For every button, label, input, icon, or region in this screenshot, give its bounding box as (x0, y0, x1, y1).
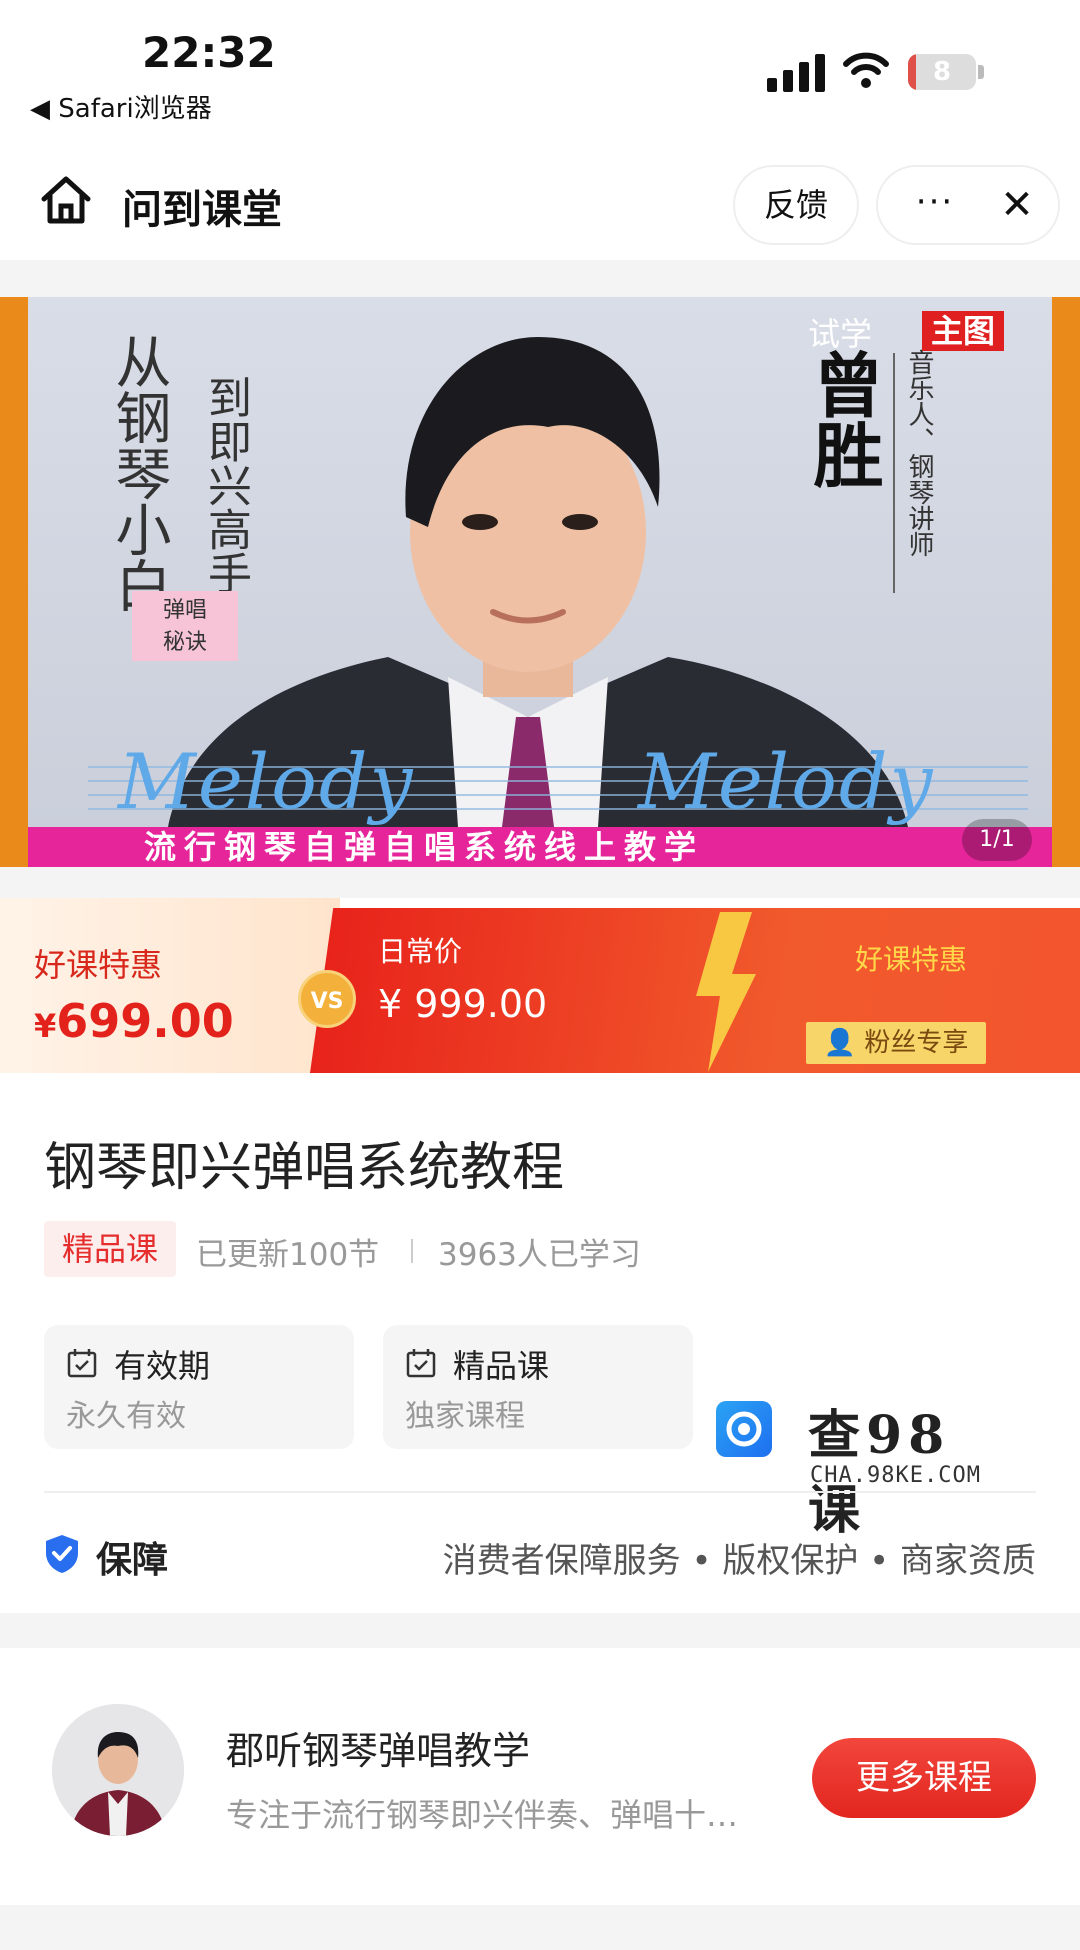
teacher-name: 郡听钢琴弹唱教学 (226, 1729, 531, 1773)
battery-level-text: 8 (932, 57, 952, 87)
fans-only-label: 粉丝专享 (864, 1028, 969, 1058)
learner-count: 3963人已学习 (438, 1237, 641, 1273)
lightning-icon (696, 912, 756, 1072)
meta-separator (411, 1239, 413, 1263)
banner-strip-text: 流行钢琴自弹自唱系统线上教学 (144, 828, 705, 866)
currency-symbol: ¥ (34, 1007, 57, 1045)
status-time: 22:32 (142, 28, 276, 77)
shield-check-icon (46, 1535, 78, 1573)
wifi-icon (843, 52, 889, 88)
sticker-line-1: 弹唱 (162, 598, 207, 623)
daily-price-label: 日常价 (378, 935, 463, 968)
banner-divider (893, 353, 895, 593)
watermark: 查98课 CHA.98KE.COM (716, 1393, 1002, 1541)
page-title: 问到课堂 (122, 187, 282, 233)
close-icon[interactable]: ✕ (982, 167, 1052, 243)
teacher-section: 郡听钢琴弹唱教学 专注于流行钢琴即兴伴奏、弹唱十… 更多课程 (0, 1648, 1080, 1905)
avatar-illustration (52, 1704, 184, 1836)
promo-label: 好课特惠 (855, 943, 968, 976)
lesson-count: 已更新100节 (196, 1237, 380, 1273)
status-bar: 22:32 ◀ Safari浏览器 8 (0, 0, 1080, 125)
banner-image: 从钢琴小白 到即兴高手 弹唱 秘诀 试学 主图 曾胜 音乐人、钢琴讲师 Melo… (28, 297, 1052, 867)
vs-badge: VS (298, 970, 356, 1028)
banner-slogan-2: 到即兴高手 (200, 375, 251, 595)
banner-slogan-1: 从钢琴小白 (106, 333, 171, 613)
deal-price: ¥699.00 (34, 994, 234, 1048)
teacher-description: 专注于流行钢琴即兴伴奏、弹唱十… (226, 1796, 739, 1834)
validity-card: 有效期 永久有效 (44, 1325, 354, 1449)
banner-sticker: 弹唱 秘诀 (132, 591, 238, 661)
fans-only-badge: 👤 粉丝专享 (806, 1022, 986, 1064)
home-icon[interactable] (40, 175, 92, 225)
more-courses-button[interactable]: 更多课程 (812, 1738, 1036, 1818)
banner-teacher-title: 音乐人、钢琴讲师 (904, 349, 934, 557)
teacher-avatar[interactable] (52, 1704, 184, 1836)
course-info: 钢琴即兴弹唱系统教程 精品课 已更新100节 3963人已学习 有效期 永久有效… (0, 1073, 1080, 1613)
sticker-line-2: 秘诀 (162, 630, 207, 655)
guarantee-label: 保障 (96, 1540, 169, 1581)
feedback-button[interactable]: 反馈 (733, 165, 859, 245)
user-icon: 👤 (823, 1028, 857, 1058)
premium-card: 精品课 独家课程 (383, 1325, 693, 1449)
deal-price-value: 699.00 (56, 994, 234, 1048)
banner-teacher-name: 曾胜 (802, 349, 884, 489)
calendar-check-icon (67, 1349, 97, 1378)
melody-script-1: Melody (118, 737, 415, 826)
battery-tip (978, 65, 984, 79)
premium-value: 独家课程 (405, 1399, 525, 1434)
premium-badge: 精品课 (44, 1221, 176, 1277)
cellular-signal-icon (767, 54, 825, 92)
course-title: 钢琴即兴弹唱系统教程 (44, 1138, 565, 1198)
calendar-check-icon (406, 1349, 436, 1378)
premium-heading: 精品课 (453, 1347, 550, 1385)
watermark-url: CHA.98KE.COM (810, 1463, 981, 1488)
daily-price: ¥ 999.00 (378, 982, 548, 1026)
validity-heading: 有效期 (114, 1347, 211, 1385)
deal-label: 好课特惠 (34, 946, 163, 984)
battery-icon: 8 (908, 54, 976, 90)
main-image-tag: 主图 (922, 311, 1004, 351)
course-banner[interactable]: 从钢琴小白 到即兴高手 弹唱 秘诀 试学 主图 曾胜 音乐人、钢琴讲师 Melo… (0, 297, 1080, 867)
back-to-safari-link[interactable]: ◀ Safari浏览器 (30, 88, 212, 125)
melody-script-2: Melody (638, 737, 935, 826)
section-divider (44, 1491, 1036, 1493)
validity-value: 永久有效 (66, 1399, 186, 1434)
guarantee-services[interactable]: 消费者保障服务 • 版权保护 • 商家资质 (443, 1533, 1036, 1582)
watermark-logo-icon (716, 1401, 772, 1457)
more-options-icon[interactable]: ··· (900, 167, 970, 243)
title-bar: 问到课堂 反馈 ··· ✕ (0, 125, 1080, 260)
menu-capsule: ··· ✕ (876, 165, 1060, 245)
image-counter: 1/1 (962, 819, 1032, 861)
price-bar: 好课特惠 ¥699.00 VS 日常价 ¥ 999.00 好课特惠 👤 粉丝专享 (0, 898, 1080, 1073)
